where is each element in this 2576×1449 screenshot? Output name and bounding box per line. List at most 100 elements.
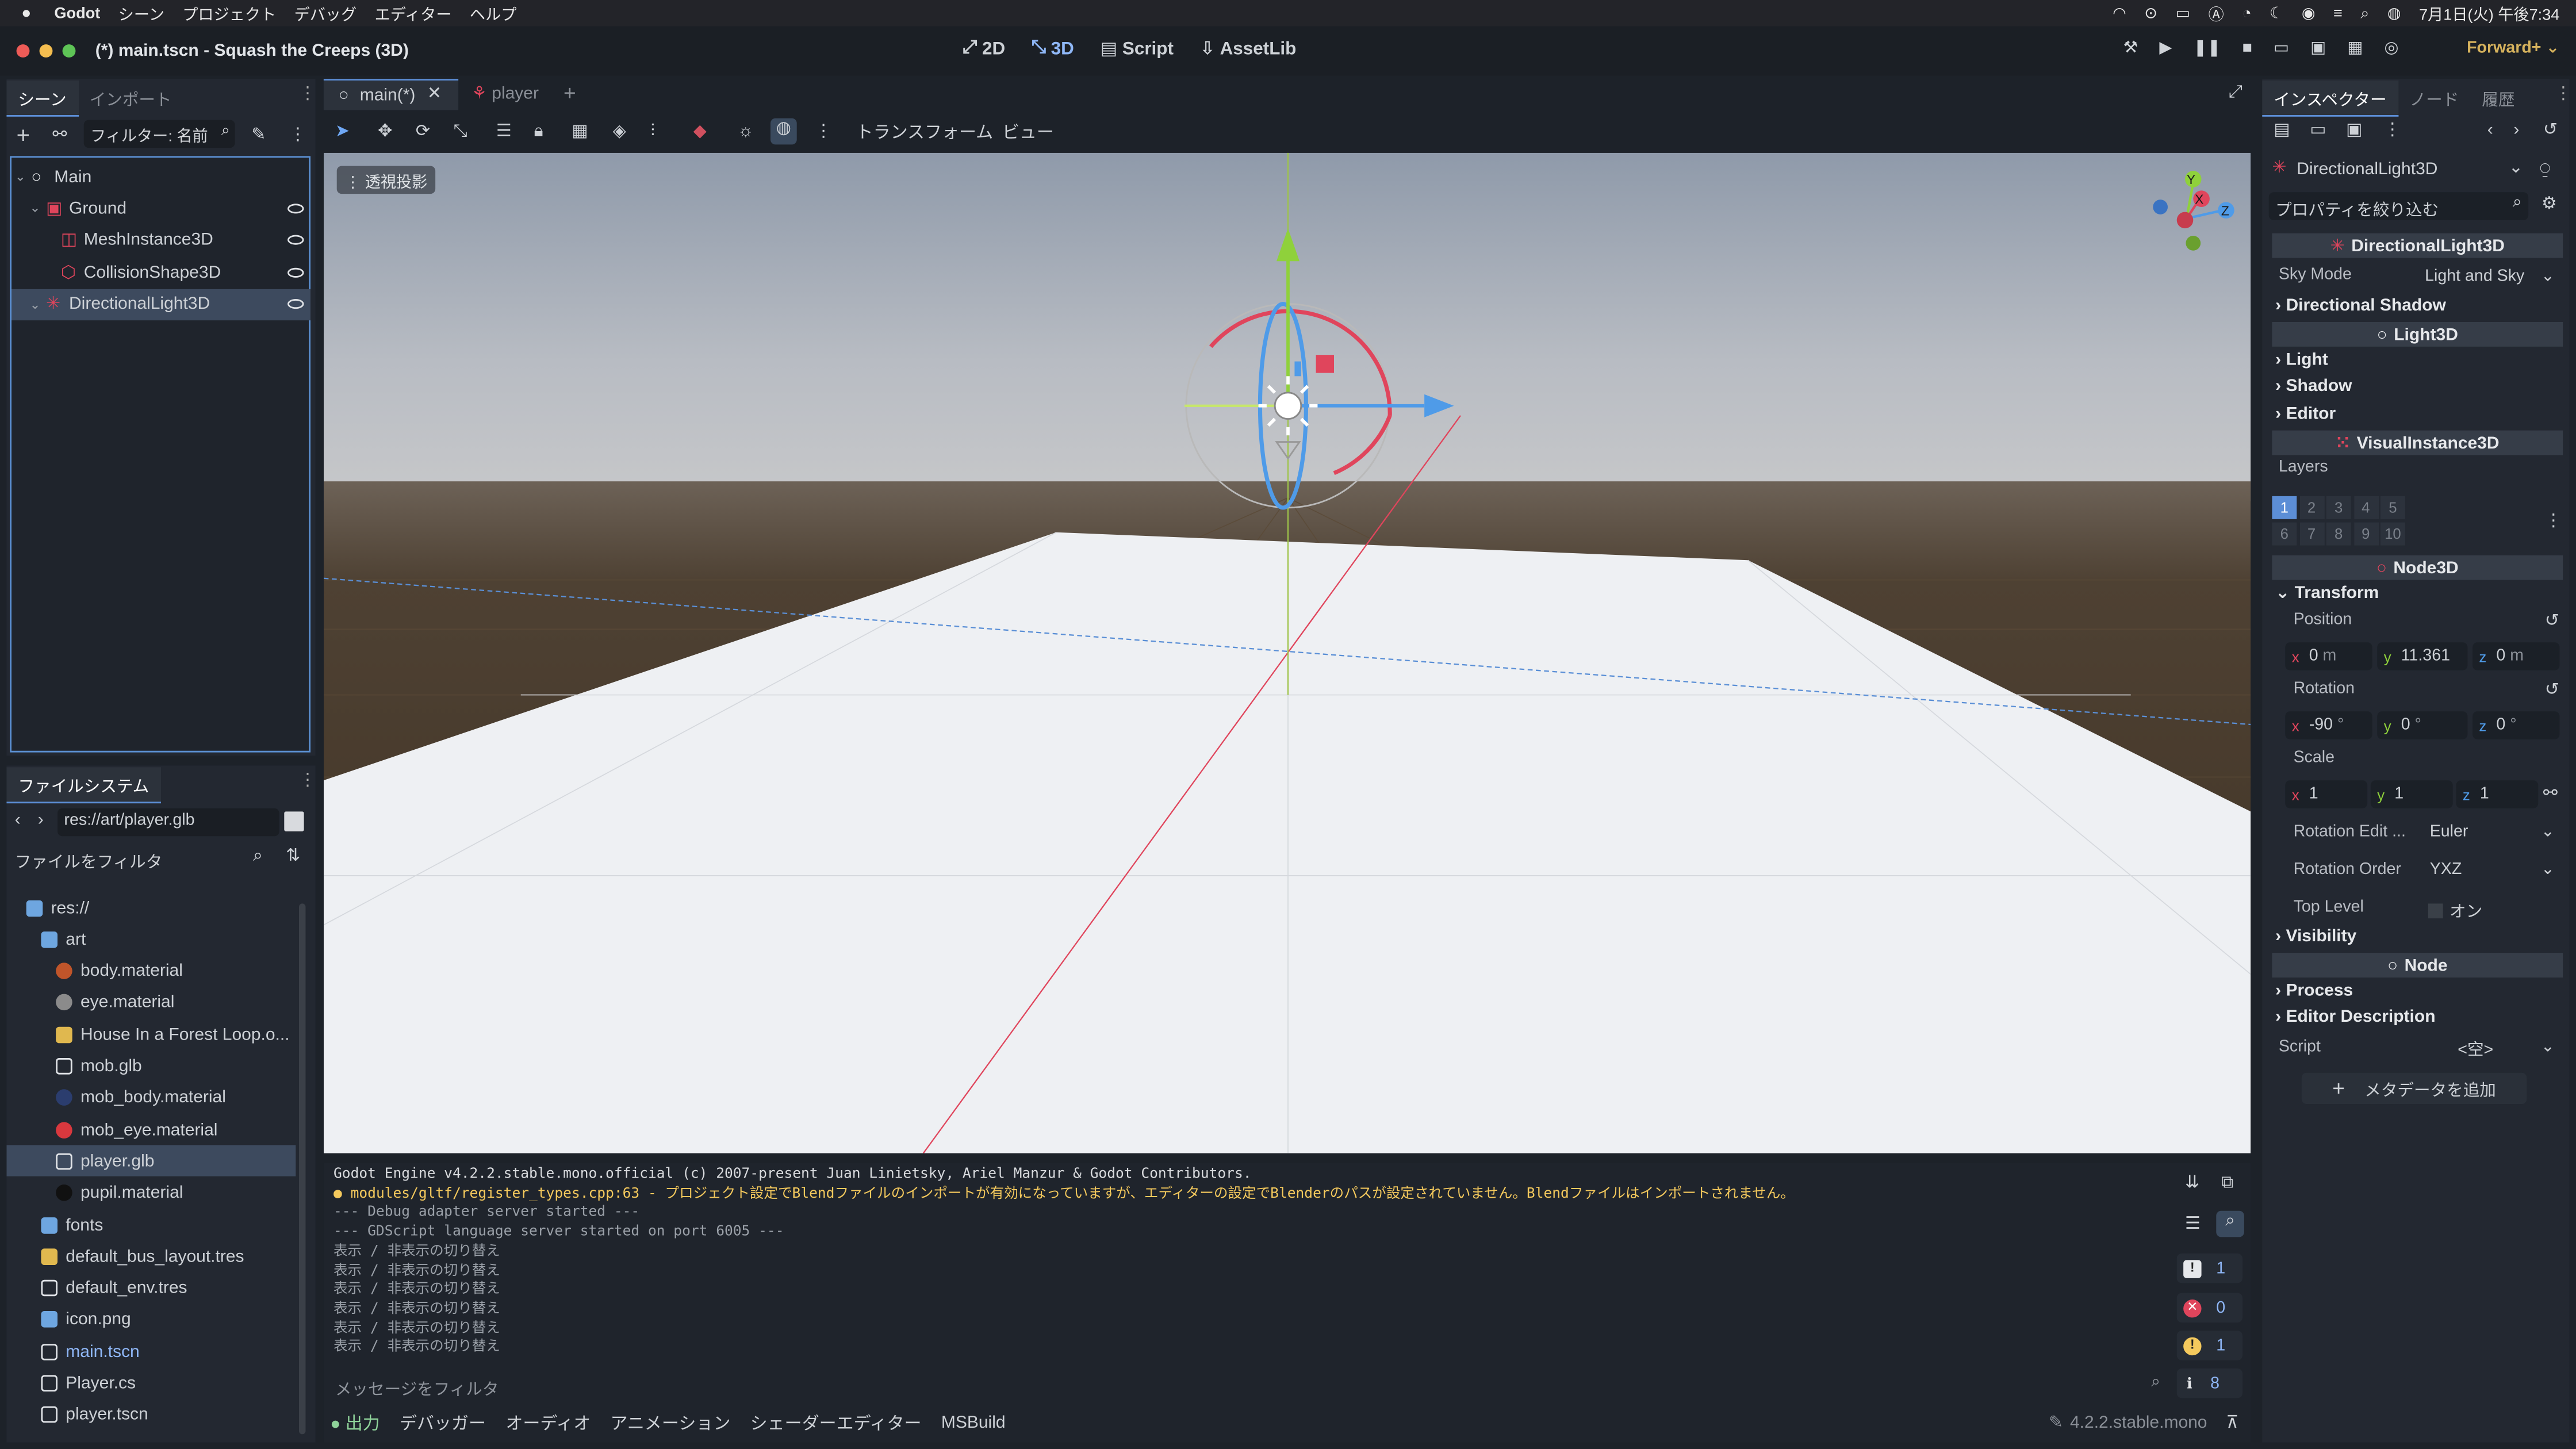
status-icon[interactable]: ⊙ bbox=[2144, 4, 2157, 22]
category-editor-description[interactable]: › Editor Description bbox=[2275, 1007, 2435, 1026]
minimize-window-button[interactable] bbox=[39, 44, 53, 57]
siri-icon[interactable]: ◍ bbox=[2387, 4, 2401, 22]
menu-debug[interactable]: デバッグ bbox=[294, 2, 357, 24]
tab-animation[interactable]: アニメーション bbox=[611, 1410, 731, 1435]
rotation-z-field[interactable]: z0 ° bbox=[2472, 711, 2560, 739]
battery-icon[interactable]: ▭ bbox=[2175, 4, 2190, 22]
viewport-scene[interactable]: Y X Z bbox=[323, 152, 2251, 1153]
tab-audio[interactable]: オーディオ bbox=[505, 1410, 591, 1435]
menu-help[interactable]: ヘルプ bbox=[470, 2, 516, 24]
rotation-edit-mode-dropdown[interactable]: Euler ⌄ bbox=[2423, 818, 2559, 846]
layers-menu-icon[interactable]: ⋮ bbox=[2545, 511, 2562, 531]
position-y-field[interactable]: y 11.361 bbox=[2377, 642, 2468, 670]
category-process[interactable]: › Process bbox=[2275, 981, 2353, 1000]
script-dropdown[interactable]: <空> ⌄ bbox=[2451, 1033, 2560, 1061]
add-node-button[interactable]: + bbox=[17, 121, 30, 148]
layer-toggle[interactable]: 2 bbox=[2299, 496, 2324, 519]
position-x-field[interactable]: x0 m bbox=[2285, 642, 2372, 670]
view-menu[interactable]: ビュー bbox=[1002, 119, 1054, 144]
category-transform[interactable]: ⌄ Transform bbox=[2275, 583, 2379, 603]
layer-toggle[interactable]: 1 bbox=[2272, 496, 2297, 519]
fs-item[interactable]: pupil.material bbox=[6, 1178, 296, 1209]
error-count-button[interactable]: ✕ 0 bbox=[2176, 1293, 2242, 1322]
fs-item[interactable]: mob_eye.material bbox=[6, 1114, 296, 1145]
layer-toggle[interactable]: 5 bbox=[2380, 496, 2405, 519]
output-log[interactable]: Godot Engine v4.2.2.stable.mono.official… bbox=[334, 1167, 2157, 1359]
property-options-icon[interactable]: ⚙ bbox=[2542, 194, 2557, 213]
tab-player-scene[interactable]: ⚘ player bbox=[471, 84, 539, 103]
sort-icon[interactable]: ⇅ bbox=[286, 846, 300, 865]
tab-debugger[interactable]: デバッガー bbox=[400, 1410, 486, 1435]
category-editor[interactable]: › Editor bbox=[2275, 404, 2336, 424]
fs-item[interactable]: fonts bbox=[6, 1209, 296, 1240]
fs-filter-input[interactable]: ファイルをフィルタ bbox=[15, 848, 163, 872]
fs-item[interactable]: art bbox=[6, 924, 296, 955]
scene-filter-input[interactable]: フィルター: 名前 ⌕ bbox=[83, 120, 235, 148]
environment-preview-icon[interactable]: ◍ bbox=[770, 118, 797, 145]
link-icon[interactable]: ⚯ bbox=[52, 125, 67, 144]
scene-tree-item[interactable]: ⌄ ○ Main bbox=[12, 161, 310, 192]
fs-item[interactable]: Player.cs bbox=[6, 1368, 296, 1399]
history-icon[interactable]: ↺ bbox=[2543, 120, 2558, 140]
fs-path-field[interactable]: res://art/player.glb bbox=[57, 808, 279, 837]
scale-x-field[interactable]: x1 bbox=[2285, 780, 2368, 808]
tab-2d[interactable]: ⤢ 2D bbox=[963, 38, 1005, 59]
collapse-icon[interactable]: ☰ bbox=[2185, 1214, 2201, 1233]
visibility-eye-icon[interactable] bbox=[288, 267, 304, 277]
layer-toggle[interactable]: 3 bbox=[2326, 496, 2351, 519]
tab-node[interactable]: ノード bbox=[2398, 80, 2471, 117]
input-source-icon[interactable]: Ⓐ bbox=[2209, 2, 2224, 24]
visibility-eye-icon[interactable] bbox=[288, 235, 304, 246]
back-arrow-icon[interactable]: ‹ bbox=[15, 810, 21, 830]
tab-import[interactable]: インポート bbox=[78, 80, 183, 117]
search-toggle-icon[interactable]: ⌕ bbox=[2216, 1210, 2244, 1237]
select-tool-icon[interactable]: ➤ bbox=[335, 121, 350, 141]
rotation-y-field[interactable]: y0 ° bbox=[2377, 711, 2468, 739]
layer-toggle[interactable]: 7 bbox=[2299, 522, 2324, 546]
top-level-checkbox[interactable]: オン bbox=[2428, 897, 2527, 922]
local-space-icon[interactable]: ◈ bbox=[613, 121, 626, 141]
category-shadow[interactable]: › Shadow bbox=[2275, 376, 2352, 396]
fs-menu-icon[interactable]: ⋮ bbox=[299, 770, 316, 790]
tab-output[interactable]: ● 出力 bbox=[330, 1410, 379, 1435]
headphones-icon[interactable]: ◠ bbox=[2113, 4, 2126, 22]
menu-scene[interactable]: シーン bbox=[118, 2, 164, 24]
chevron-down-icon[interactable]: ⌄ bbox=[15, 169, 26, 184]
tab-filesystem[interactable]: ファイルシステム bbox=[6, 767, 161, 804]
rotation-order-dropdown[interactable]: YXZ ⌄ bbox=[2423, 856, 2559, 884]
fs-item[interactable]: House In a Forest Loop.o... bbox=[6, 1019, 296, 1050]
add-tab-button[interactable]: + bbox=[564, 80, 576, 105]
control-center-icon[interactable]: ≡ bbox=[2333, 4, 2343, 22]
fs-item[interactable]: main.tscn bbox=[6, 1336, 296, 1367]
tab-script[interactable]: ▤ Script bbox=[1101, 38, 1174, 59]
fs-item[interactable]: body.material bbox=[6, 956, 296, 987]
renderer-selector[interactable]: Forward+ ⌄ bbox=[2467, 40, 2559, 57]
position-z-field[interactable]: z0 m bbox=[2472, 642, 2560, 670]
menu-project[interactable]: プロジェクト bbox=[182, 2, 276, 24]
scene-tree-item[interactable]: ⬡ CollisionShape3D bbox=[12, 256, 310, 288]
message-count-button[interactable]: ! 1 bbox=[2176, 1254, 2242, 1283]
dock-menu-icon[interactable]: ⋮ bbox=[299, 84, 316, 103]
load-resource-icon[interactable]: ▭ bbox=[2310, 120, 2326, 140]
clear-output-icon[interactable]: ⇊ bbox=[2185, 1173, 2199, 1193]
tab-3d[interactable]: ⤡ 3D bbox=[1032, 38, 1074, 59]
visibility-eye-icon[interactable] bbox=[288, 299, 304, 309]
fs-item[interactable]: player.tscn bbox=[6, 1400, 296, 1431]
layer-toggle[interactable]: 10 bbox=[2380, 522, 2405, 546]
fs-item[interactable]: mob_body.material bbox=[6, 1082, 296, 1113]
node-info-icon[interactable]: ⍜ bbox=[2540, 159, 2550, 181]
fs-item[interactable]: icon.png bbox=[6, 1304, 296, 1335]
viewport-menu-icon[interactable]: ⋮ bbox=[815, 121, 832, 141]
fs-item[interactable]: eye.material bbox=[6, 987, 296, 1018]
rotation-x-field[interactable]: x -90 ° bbox=[2285, 711, 2372, 739]
split-view-icon[interactable] bbox=[284, 811, 304, 831]
lock-icon[interactable]: 🔒︎ bbox=[534, 121, 543, 142]
fs-item[interactable]: default_env.tres bbox=[6, 1272, 296, 1304]
app-menu-godot[interactable]: Godot bbox=[54, 4, 100, 22]
menu-editor[interactable]: エディター bbox=[375, 2, 452, 24]
move-tool-icon[interactable]: ✥ bbox=[378, 121, 392, 141]
new-resource-icon[interactable]: ▤ bbox=[2274, 120, 2290, 140]
list-select-icon[interactable]: ☰ bbox=[496, 121, 512, 141]
scale-tool-icon[interactable]: ⤡ bbox=[454, 121, 467, 142]
tab-shader-editor[interactable]: シェーダーエディター bbox=[750, 1410, 922, 1435]
